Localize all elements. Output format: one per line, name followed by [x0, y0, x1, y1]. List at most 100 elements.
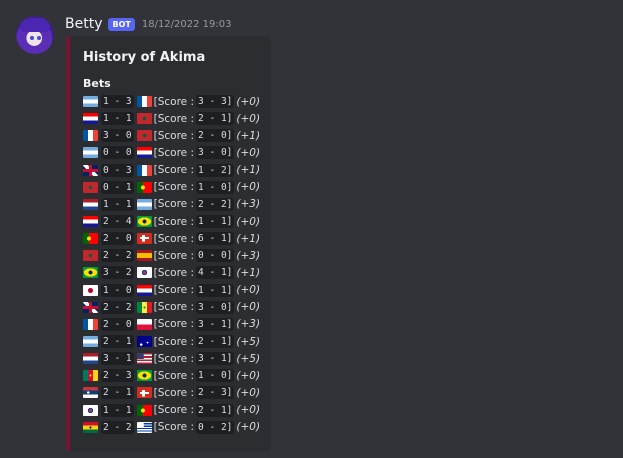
- predicted-score: 2 - 2]: [196, 197, 235, 211]
- match-result: 2 - 2: [101, 420, 134, 434]
- result-separator: -: [108, 284, 126, 296]
- predicted-score: 1 - 1]: [196, 283, 235, 297]
- score-label: [Score :: [153, 232, 195, 245]
- points: (+0): [236, 112, 261, 125]
- result-separator: -: [108, 421, 126, 433]
- away-goals: 1: [125, 353, 132, 365]
- away-goals: 1: [125, 336, 132, 348]
- points: (+0): [236, 386, 261, 399]
- away-goals: 3: [125, 164, 132, 176]
- username[interactable]: Betty: [65, 16, 102, 32]
- result-separator: -: [108, 216, 126, 228]
- points: (+3): [236, 249, 261, 262]
- flag-icon: [83, 216, 98, 228]
- result-separator: -: [108, 164, 126, 176]
- flag-icon: [136, 421, 152, 433]
- predicted-score: 1 - 1]: [196, 215, 235, 229]
- score-separator: -: [203, 233, 221, 245]
- away-goals: 1: [125, 198, 132, 210]
- result-separator: -: [108, 267, 126, 279]
- score-label: [Score :: [153, 284, 195, 297]
- bet-row: 2 - 1 [Score :2 - 3] (+0): [83, 384, 260, 401]
- score-label: [Score :: [153, 112, 195, 125]
- points: (+1): [236, 164, 261, 177]
- flag-icon: [136, 96, 152, 108]
- predicted-score: 3 - 0]: [196, 300, 235, 314]
- avatar[interactable]: [16, 16, 54, 54]
- predicted-score: 2 - 3]: [196, 386, 235, 400]
- score-separator: -: [203, 130, 221, 142]
- away-goals: 0: [125, 130, 132, 142]
- flag-icon: [136, 113, 152, 125]
- flag-icon: [136, 301, 152, 313]
- flag-icon: [136, 181, 152, 193]
- result-separator: -: [108, 147, 126, 159]
- result-separator: -: [108, 96, 126, 108]
- flag-icon: [136, 250, 152, 262]
- score-separator: -: [203, 387, 221, 399]
- result-separator: -: [108, 387, 126, 399]
- score-separator: -: [203, 164, 221, 176]
- score-away: 1]: [220, 336, 233, 348]
- away-goals: 4: [125, 216, 132, 228]
- score-away: 3]: [220, 387, 233, 399]
- flag-icon: [136, 336, 152, 348]
- flag-icon: [83, 284, 98, 296]
- match-result: 2 - 0: [101, 317, 134, 331]
- flag-icon: [83, 181, 98, 193]
- predicted-score: 3 - 0]: [196, 146, 235, 160]
- match-result: 1 - 0: [101, 283, 134, 297]
- predicted-score: 4 - 1]: [196, 266, 235, 280]
- score-away: 1]: [220, 113, 233, 125]
- result-separator: -: [108, 370, 126, 382]
- score-away: 0]: [220, 181, 233, 193]
- bet-row: 2 - 0 [Score :6 - 1] (+1): [83, 230, 260, 247]
- points: (+0): [236, 421, 261, 434]
- flag-icon: [83, 421, 98, 433]
- bet-row: 1 - 1 [Score :2 - 1] (+0): [83, 402, 260, 419]
- score-label: [Score :: [153, 421, 195, 434]
- match-result: 1 - 1: [101, 197, 134, 211]
- score-away: 0]: [220, 250, 233, 262]
- flag-icon: [83, 233, 98, 245]
- match-result: 0 - 3: [101, 163, 134, 177]
- score-separator: -: [203, 318, 221, 330]
- score-away: 1]: [220, 404, 233, 416]
- flag-icon: [83, 96, 98, 108]
- score-separator: -: [203, 216, 221, 228]
- predicted-score: 2 - 1]: [196, 403, 235, 417]
- score-away: 2]: [220, 164, 233, 176]
- match-result: 1 - 1: [101, 112, 134, 126]
- flag-icon: [136, 284, 152, 296]
- flag-icon: [83, 387, 98, 399]
- bet-row: 2 - 3 [Score :1 - 0] (+0): [83, 367, 260, 384]
- bet-row: 0 - 1 [Score :1 - 0] (+0): [83, 179, 260, 196]
- score-away: 1]: [220, 284, 233, 296]
- flag-icon: [136, 387, 152, 399]
- score-label: [Score :: [153, 95, 195, 108]
- score-away: 1]: [220, 216, 233, 228]
- score-label: [Score :: [153, 146, 195, 159]
- flag-icon: [136, 233, 152, 245]
- score-label: [Score :: [153, 249, 195, 262]
- flag-icon: [136, 318, 152, 330]
- score-separator: -: [203, 370, 221, 382]
- match-result: 2 - 0: [101, 232, 134, 246]
- flag-icon: [83, 198, 98, 210]
- bet-row: 3 - 0 [Score :2 - 0] (+1): [83, 127, 260, 144]
- result-separator: -: [108, 353, 126, 365]
- score-separator: -: [203, 284, 221, 296]
- match-result: 2 - 1: [101, 386, 134, 400]
- result-separator: -: [108, 198, 126, 210]
- away-goals: 0: [125, 318, 132, 330]
- away-goals: 1: [125, 181, 132, 193]
- score-separator: -: [203, 301, 221, 313]
- match-result: 2 - 3: [101, 369, 134, 383]
- bet-row: 2 - 2 [Score :0 - 0] (+3): [83, 247, 260, 264]
- score-label: [Score :: [153, 386, 195, 399]
- points: (+3): [236, 198, 261, 211]
- away-goals: 2: [125, 267, 132, 279]
- flag-icon: [83, 370, 98, 382]
- points: (+0): [236, 301, 261, 314]
- predicted-score: 3 - 3]: [196, 95, 235, 109]
